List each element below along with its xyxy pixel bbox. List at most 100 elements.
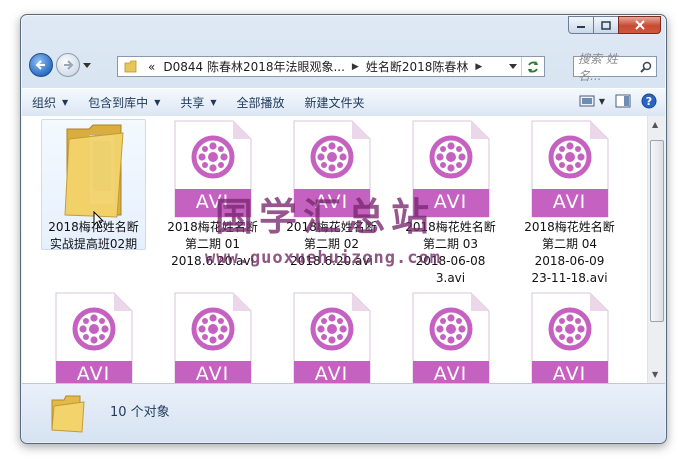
file-name-line: 第二期 01 (184, 237, 241, 251)
avi-badge-label: AVI (195, 191, 230, 213)
breadcrumb-item[interactable]: 姓名断2018陈春林 (362, 58, 473, 75)
forward-button[interactable] (56, 53, 80, 77)
file-name-line: 实战提高班02期 (49, 237, 138, 251)
share-menu[interactable]: 共享 ▼ (170, 94, 226, 111)
video-file-item[interactable]: AVI (160, 291, 265, 383)
breadcrumb-overflow[interactable]: « (144, 60, 159, 74)
new-folder-label: 新建文件夹 (304, 96, 365, 110)
share-label: 共享 (180, 96, 205, 110)
include-in-library-menu[interactable]: 包含到库中 ▼ (78, 94, 170, 111)
preview-pane-icon (615, 94, 631, 108)
close-icon (634, 20, 645, 30)
video-file-item[interactable]: AVI (41, 291, 146, 383)
file-name-line: 2018梅花姓名断 (167, 220, 258, 234)
video-file-item[interactable]: AVI 2018梅花姓名断 第二期 04 2018-06-09 23-11-18.avi (517, 119, 622, 287)
maximize-icon (601, 20, 611, 30)
file-name-line: 2018梅花姓名断 (405, 220, 496, 234)
search-input[interactable]: 搜索 姓名... (573, 52, 657, 83)
chevron-down-icon: ▼ (210, 98, 217, 107)
video-file-item[interactable]: AVI (279, 291, 384, 383)
video-file-item[interactable]: AVI (398, 291, 503, 383)
folder-icon (51, 395, 85, 433)
back-button[interactable] (29, 53, 53, 77)
avi-badge-label: AVI (314, 363, 349, 383)
file-list: 2018梅花姓名断 实战提高班02期 AVI 2018梅花姓名断 第二期 01 2018.… (22, 116, 665, 383)
vertical-scrollbar[interactable]: ▲ ▼ (647, 116, 665, 383)
play-all-label: 全部播放 (236, 96, 285, 110)
search-icon (640, 61, 652, 73)
breadcrumb-item[interactable]: D0844 陈春林2018年法眼观象... (159, 58, 349, 75)
avi-badge-label: AVI (552, 191, 587, 213)
file-name-label: 2018梅花姓名断 第二期 03 2018-06-08 3.avi (398, 219, 503, 287)
avi-badge-label: AVI (314, 191, 349, 213)
mouse-cursor-icon (93, 211, 105, 229)
avi-badge-label: AVI (76, 363, 111, 383)
file-name-label: 2018梅花姓名断 第二期 01 2018.6.20.avi (160, 219, 265, 270)
recent-pages-dropdown[interactable] (83, 58, 91, 72)
file-name-label: 2018梅花姓名断 第二期 02 2018.6.20.avi (279, 219, 384, 270)
scroll-up-icon[interactable]: ▲ (652, 120, 658, 129)
command-bar: 组织 ▼ 包含到库中 ▼ 共享 ▼ 全部播放 新建文件夹 ▼ ? (22, 88, 665, 117)
file-name-line: 3.avi (435, 271, 466, 285)
help-icon: ? (641, 93, 657, 109)
explorer-window: « D0844 陈春林2018年法眼观象... ▶ 姓名断2018陈春林 ▶ 搜… (20, 14, 667, 444)
search-placeholder: 搜索 姓名... (578, 51, 618, 83)
navigation-buttons (29, 53, 91, 77)
avi-badge-label: AVI (552, 363, 587, 383)
file-name-line: 2018.6.20.avi (290, 254, 373, 268)
organize-menu[interactable]: 组织 ▼ (22, 94, 78, 111)
file-name-label: 2018梅花姓名断 第二期 04 2018-06-09 23-11-18.avi (517, 219, 622, 287)
forward-arrow-icon (64, 60, 74, 70)
video-file-item[interactable]: AVI (517, 291, 622, 383)
include-in-library-label: 包含到库中 (88, 96, 149, 110)
chevron-down-icon: ▼ (598, 96, 605, 106)
file-name-line: 2018梅花姓名断 (524, 220, 615, 234)
breadcrumb-separator-icon[interactable]: ▶ (349, 62, 362, 72)
refresh-icon (528, 60, 538, 73)
avi-badge-label: AVI (433, 363, 468, 383)
view-controls: ▼ ? (569, 93, 657, 109)
window-caption-buttons (568, 16, 661, 34)
organize-label: 组织 (32, 96, 57, 110)
file-name-line: 2018梅花姓名断 (286, 220, 377, 234)
close-button[interactable] (618, 16, 661, 34)
file-name-line: 第二期 03 (422, 237, 479, 251)
video-file-item[interactable]: AVI 2018梅花姓名断 第二期 01 2018.6.20.avi (160, 119, 265, 270)
file-name-line: 2018-06-08 (415, 254, 486, 268)
breadcrumb-separator-icon[interactable]: ▶ (472, 62, 485, 72)
details-pane: 10 个对象 (22, 383, 665, 442)
minimize-button[interactable] (568, 16, 594, 34)
preview-pane-button[interactable] (615, 94, 631, 108)
file-name-line: 第二期 02 (303, 237, 360, 251)
file-name-line: 23-11-18.avi (531, 271, 608, 285)
address-history-dropdown[interactable] (505, 63, 521, 70)
play-all-button[interactable]: 全部播放 (227, 94, 295, 111)
chevron-down-icon (83, 63, 91, 68)
video-file-item[interactable]: AVI 2018梅花姓名断 第二期 02 2018.6.20.avi (279, 119, 384, 270)
refresh-button[interactable] (521, 57, 544, 76)
scroll-down-icon[interactable]: ▼ (652, 370, 658, 379)
video-file-item[interactable]: AVI 2018梅花姓名断 第二期 03 2018-06-08 3.avi (398, 119, 503, 287)
address-controls (505, 57, 544, 76)
maximize-button[interactable] (593, 16, 619, 34)
minimize-icon (577, 26, 585, 28)
view-icon (579, 95, 595, 107)
file-name-line: 第二期 04 (541, 237, 598, 251)
folder-item[interactable]: 2018梅花姓名断 实战提高班02期 (41, 119, 146, 253)
svg-text:?: ? (646, 95, 652, 108)
scrollbar-thumb[interactable] (650, 140, 664, 322)
folder-icon (124, 60, 137, 72)
back-arrow-icon (35, 60, 45, 70)
address-bar[interactable]: « D0844 陈春林2018年法眼观象... ▶ 姓名断2018陈春林 ▶ (117, 56, 545, 77)
file-name-line: 2018.6.20.avi (171, 254, 254, 268)
file-name-line: 2018-06-09 (534, 254, 605, 268)
avi-badge-label: AVI (195, 363, 230, 383)
folder-icon (63, 124, 124, 218)
item-count: 10 个对象 (110, 405, 170, 420)
help-button[interactable]: ? (641, 93, 657, 109)
change-view-button[interactable]: ▼ (579, 94, 605, 108)
new-folder-button[interactable]: 新建文件夹 (295, 94, 375, 111)
chevron-down-icon: ▼ (62, 98, 69, 107)
avi-badge-label: AVI (433, 191, 468, 213)
chevron-down-icon (509, 63, 517, 69)
